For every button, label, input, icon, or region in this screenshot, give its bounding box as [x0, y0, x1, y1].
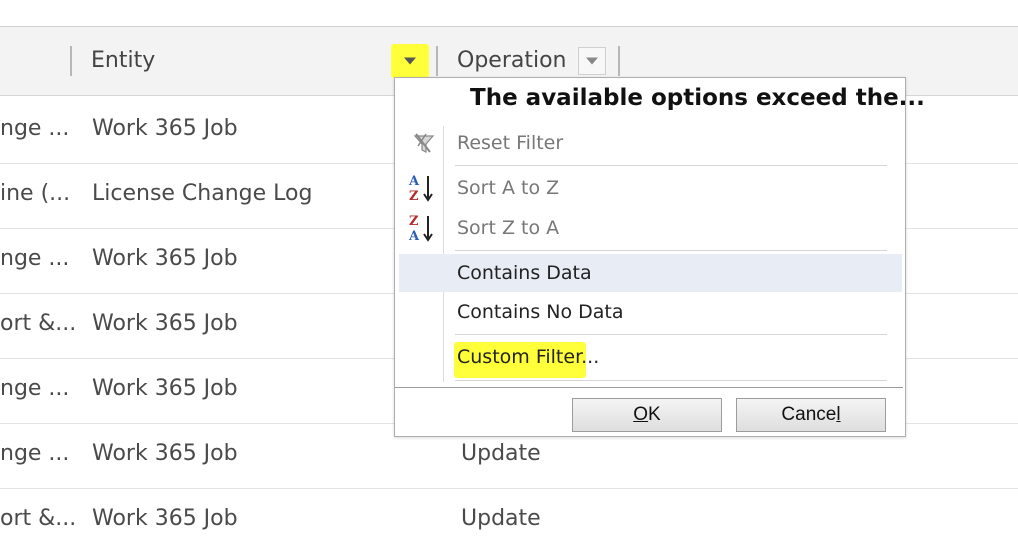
svg-text:Z: Z — [409, 214, 419, 229]
menu-separator — [455, 334, 887, 335]
cell-truncated: nge ... — [0, 246, 70, 271]
svg-text:A: A — [408, 229, 420, 244]
menu-separator — [455, 380, 887, 381]
clear-filter-funnel-icon — [406, 124, 440, 162]
menu-item-sort-a-to-z[interactable]: A Z Sort A to Z — [399, 169, 902, 207]
cell-operation: Update — [461, 506, 541, 531]
cell-entity: Work 365 Job — [92, 246, 238, 271]
dropdown-triangle-icon — [586, 57, 598, 65]
cell-truncated: nge ... — [0, 376, 70, 401]
menu-item-custom-filter[interactable]: Custom Filter... — [399, 338, 902, 378]
menu-item-reset-filter[interactable]: Reset Filter — [399, 124, 902, 162]
dropdown-triangle-icon — [404, 57, 416, 65]
cell-truncated: nge ... — [0, 116, 70, 141]
custom-filter-text: Custom Filter... — [457, 346, 600, 368]
svg-text:A: A — [408, 174, 420, 189]
menu-item-label: Reset Filter — [457, 132, 564, 154]
filter-popup: The available options exceed the... Rese… — [394, 77, 925, 437]
column-header-entity[interactable]: Entity — [91, 48, 155, 73]
menu-item-label: Sort Z to A — [457, 217, 560, 239]
menu-item-label: Contains Data — [457, 262, 592, 284]
column-separator[interactable] — [618, 46, 620, 76]
menu-item-contains-no-data[interactable]: Contains No Data — [399, 293, 902, 331]
cell-entity: Work 365 Job — [92, 311, 238, 336]
cell-operation: Update — [461, 441, 541, 466]
cell-entity: Work 365 Job — [92, 506, 238, 531]
column-separator[interactable] — [436, 46, 438, 76]
column-separator[interactable] — [70, 46, 72, 76]
footer-divider — [395, 387, 903, 388]
menu-separator — [455, 250, 887, 251]
menu-item-label: Custom Filter... — [454, 342, 600, 378]
cell-entity: Work 365 Job — [92, 116, 238, 141]
ok-label-rest: K — [648, 404, 661, 425]
cell-truncated: ort &... — [0, 311, 77, 336]
cancel-accesskey: l — [836, 404, 841, 425]
menu-separator — [455, 165, 887, 166]
entity-filter-button[interactable] — [391, 44, 429, 78]
menu-item-sort-z-to-a[interactable]: Z A Sort Z to A — [399, 209, 902, 247]
ok-button[interactable]: OK — [572, 398, 722, 432]
cancel-label-start: Cance — [781, 404, 837, 425]
table-row[interactable]: ort &... Work 365 Job Update — [0, 488, 1018, 553]
menu-item-label: Sort A to Z — [457, 177, 560, 199]
svg-text:Z: Z — [409, 189, 419, 204]
cell-truncated: ort &... — [0, 506, 77, 531]
sort-ascending-icon: A Z — [406, 169, 440, 207]
cell-entity: License Change Log — [92, 181, 313, 206]
operation-filter-button[interactable] — [578, 47, 606, 75]
filter-popup-title: The available options exceed the... — [470, 85, 925, 111]
ok-accesskey: O — [633, 404, 649, 425]
cell-truncated: nge ... — [0, 441, 70, 466]
menu-item-contains-data[interactable]: Contains Data — [399, 254, 902, 292]
cancel-button[interactable]: Cancel — [736, 398, 886, 432]
cell-entity: Work 365 Job — [92, 376, 238, 401]
menu-item-label: Contains No Data — [457, 301, 624, 323]
sort-descending-icon: Z A — [406, 209, 440, 247]
column-header-operation[interactable]: Operation — [457, 48, 566, 73]
cell-entity: Work 365 Job — [92, 441, 238, 466]
cell-truncated: ine (... — [0, 181, 71, 206]
